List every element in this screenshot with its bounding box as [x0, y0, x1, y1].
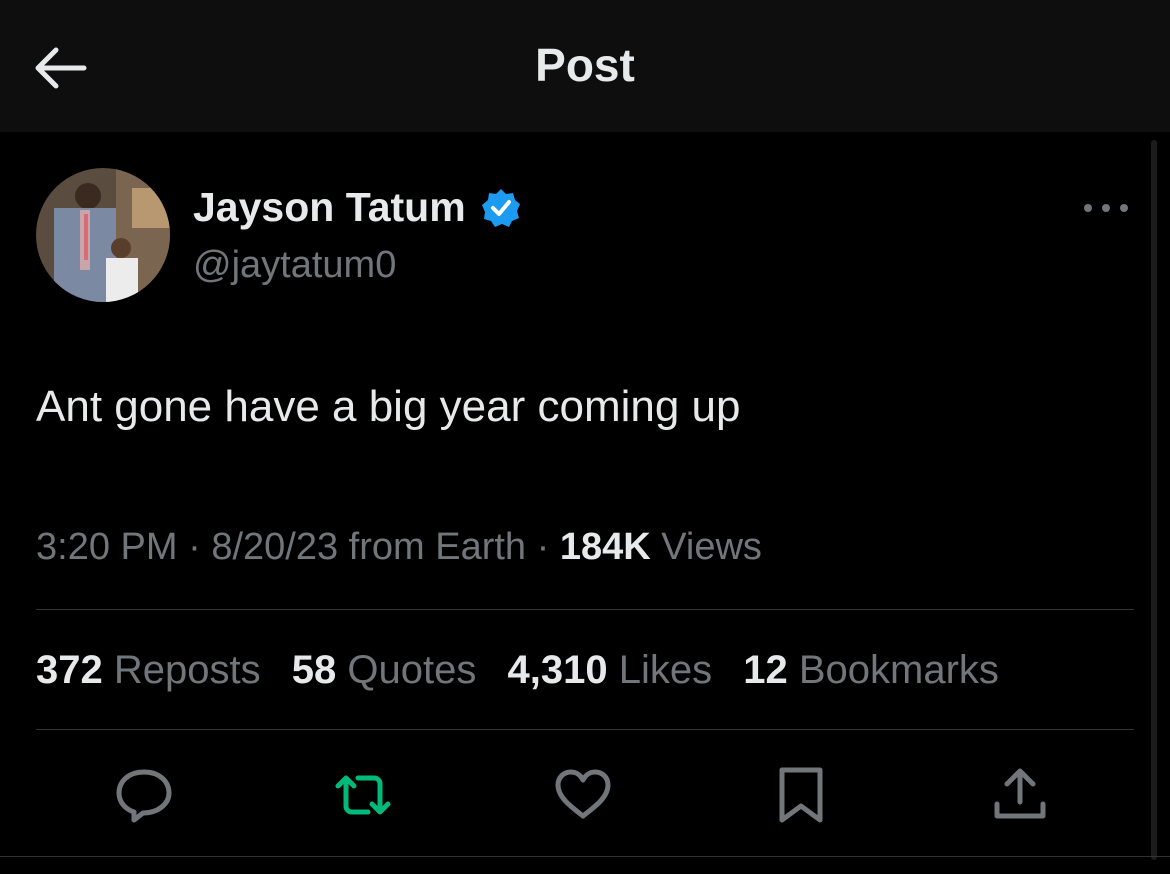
- heart-icon[interactable]: [552, 764, 614, 826]
- bookmarks-stat[interactable]: 12 Bookmarks: [743, 648, 999, 692]
- tweet-time[interactable]: 3:20 PM: [36, 526, 178, 568]
- verified-badge-icon: [481, 188, 520, 227]
- share-icon[interactable]: [989, 764, 1051, 826]
- meta-separator: ·: [536, 526, 550, 568]
- avatar-photo-icon: [36, 168, 170, 302]
- divider: [36, 609, 1134, 610]
- tweet-source: from Earth: [348, 526, 527, 568]
- bookmarks-label: Bookmarks: [798, 648, 999, 692]
- views-label: Views: [661, 526, 762, 568]
- author-name-row: Jayson Tatum: [193, 184, 522, 231]
- reposts-count: 372: [36, 648, 103, 692]
- divider: [0, 856, 1170, 857]
- likes-count: 4,310: [507, 648, 608, 692]
- meta-separator: ·: [188, 526, 201, 568]
- divider: [36, 729, 1134, 730]
- tweet-text: Ant gone have a big year coming up: [36, 382, 741, 431]
- views-count: 184K: [559, 526, 651, 568]
- author-handle[interactable]: @jaytatum0: [193, 244, 396, 287]
- reposts-label: Reposts: [113, 648, 261, 692]
- page-title: Post: [535, 39, 635, 91]
- quotes-count: 58: [291, 648, 337, 692]
- reply-icon[interactable]: [113, 764, 175, 826]
- more-options-icon[interactable]: [1080, 196, 1132, 220]
- reposts-stat[interactable]: 372 Reposts: [36, 648, 261, 692]
- likes-label: Likes: [618, 648, 713, 692]
- tweet-date[interactable]: 8/20/23: [211, 526, 338, 568]
- author-name[interactable]: Jayson Tatum: [193, 184, 466, 231]
- avatar[interactable]: [36, 168, 170, 302]
- bookmarks-count: 12: [743, 648, 788, 692]
- scrollbar[interactable]: [1151, 140, 1157, 860]
- bookmark-icon[interactable]: [770, 764, 832, 826]
- tweet-meta: 3:20 PM · 8/20/23 from Earth · 184K View…: [36, 526, 762, 569]
- top-bar: Post: [0, 0, 1170, 132]
- quotes-stat[interactable]: 58 Quotes: [292, 648, 477, 692]
- repost-icon[interactable]: [332, 764, 394, 826]
- likes-stat[interactable]: 4,310 Likes: [507, 648, 712, 692]
- quotes-label: Quotes: [347, 648, 477, 692]
- engagement-stats: 372 Reposts 58 Quotes 4,310 Likes 12 Boo…: [36, 648, 1019, 693]
